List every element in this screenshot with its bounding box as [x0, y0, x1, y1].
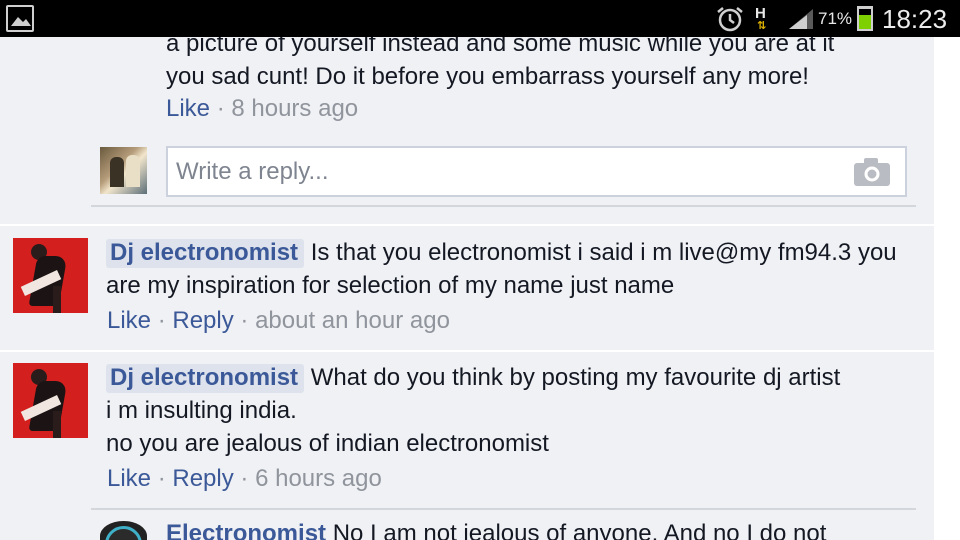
separator: ·: [240, 307, 249, 334]
comment-actions: Like · Reply · about an hour ago: [107, 307, 450, 335]
battery-fill: [859, 14, 871, 29]
comment-author[interactable]: Dj electronomist: [106, 239, 305, 268]
comment-actions: Like · 8 hours ago: [166, 95, 358, 123]
like-link[interactable]: Like: [107, 307, 151, 334]
separator: ·: [240, 465, 249, 492]
status-bar: H ⇅ 71% 18:23: [0, 0, 960, 37]
comment-author[interactable]: Electronomist: [166, 520, 326, 540]
reply-link[interactable]: Reply: [172, 307, 233, 334]
separator: ·: [157, 307, 166, 334]
signal-icon: [787, 8, 815, 35]
comment-text: No I am not jealous of anyone. And no I …: [332, 520, 827, 540]
comment-timestamp: 6 hours ago: [255, 465, 382, 492]
reply-link[interactable]: Reply: [172, 465, 233, 492]
camera-icon[interactable]: [853, 157, 891, 192]
like-link[interactable]: Like: [166, 95, 210, 122]
comment-text-line: no you are jealous of indian electronomi…: [106, 430, 549, 457]
network-h-icon: H ⇅: [755, 5, 766, 32]
comment-author[interactable]: Dj electronomist: [106, 364, 305, 393]
comment-body: Dj electronomist Is that you electronomi…: [106, 236, 906, 302]
comment-timestamp: 8 hours ago: [231, 95, 359, 122]
avatar[interactable]: [100, 521, 147, 540]
comment-text-line: a picture of yourself instead and some m…: [166, 37, 835, 57]
nested-reply: Electronomist No I am not jealous of any…: [166, 517, 906, 540]
comment-text-line: you sad cunt! Do it before you embarrass…: [166, 63, 809, 90]
comment-timestamp: about an hour ago: [255, 307, 450, 334]
avatar[interactable]: [100, 147, 147, 194]
avatar[interactable]: [13, 238, 88, 313]
divider: [0, 224, 934, 226]
like-link[interactable]: Like: [107, 465, 151, 492]
battery-percent: 71%: [818, 9, 853, 28]
comment-body: a picture of yourself instead and some m…: [166, 37, 926, 93]
reply-composer[interactable]: [166, 146, 907, 197]
scroll-rail: [934, 37, 960, 540]
data-arrows-icon: ⇅: [757, 20, 766, 32]
divider: [91, 205, 916, 207]
divider: [0, 350, 934, 352]
avatar[interactable]: [13, 363, 88, 438]
comment-body: Dj electronomist What do you think by po…: [106, 361, 846, 460]
gallery-icon: [6, 5, 34, 32]
alarm-icon: [716, 6, 744, 37]
separator: ·: [216, 95, 225, 122]
reply-input[interactable]: [176, 154, 836, 190]
comment-feed[interactable]: a picture of yourself instead and some m…: [0, 37, 960, 540]
separator: ·: [157, 465, 166, 492]
comment-actions: Like · Reply · 6 hours ago: [107, 465, 382, 493]
clock-time: 18:23: [882, 4, 948, 34]
battery-icon: [857, 6, 873, 31]
divider: [91, 508, 916, 510]
